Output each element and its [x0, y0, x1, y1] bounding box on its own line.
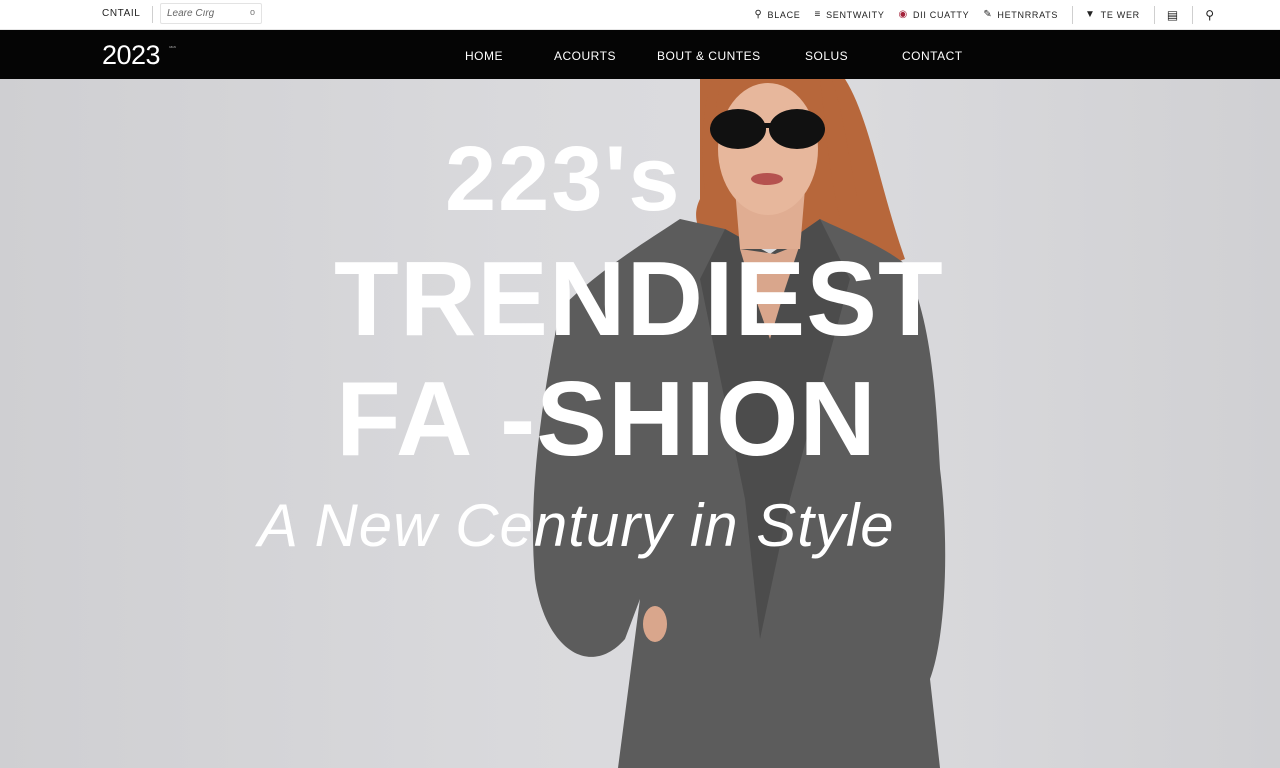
utility-link-dii-cuatty[interactable]: ◉ DII CUATTY [898, 9, 970, 21]
menu-icon: ≡ [814, 9, 822, 20]
hero-banner: 223's TRENDIEST FA -SHION A New Century … [0, 79, 1280, 768]
utility-bar: CNTAIL Leare Cırg o ⚲ BLACE ≡ SENTWAITY … [0, 0, 1280, 30]
hero-subtitle: A New Century in Style [258, 492, 895, 559]
pin-icon: ◉ [898, 9, 908, 20]
utility-link-hetnrrats[interactable]: ✎ HETNRRATS [983, 9, 1059, 21]
clear-icon[interactable]: o [250, 7, 255, 17]
nav-item-bout-cuntes[interactable]: BOUT & CUNTES [657, 49, 761, 63]
hero-title-line-1: 223's [445, 128, 682, 230]
utility-link-blace[interactable]: ⚲ BLACE [754, 9, 801, 21]
utility-link-label: BLACE [767, 10, 801, 20]
hero-title-line-2: TRENDIEST [334, 240, 944, 358]
search-input[interactable]: Leare Cırg o [160, 3, 262, 24]
main-nav: 2023 ıaıa HOME ACOURTS BOUT & CUNTES SOL… [0, 30, 1280, 79]
utility-link-te-wer[interactable]: ▼ TE WER [1085, 9, 1140, 21]
filter-icon: ▼ [1085, 9, 1096, 20]
utility-divider [1072, 6, 1074, 24]
utility-link-label: HETNRRATS [997, 10, 1059, 20]
wand-icon: ✎ [983, 9, 993, 20]
utility-link-sentwaity[interactable]: ≡ SENTWAITY [814, 9, 885, 21]
utility-divider [1192, 6, 1194, 24]
utility-link-label: DII CUATTY [912, 10, 970, 20]
nav-item-solus[interactable]: SOLUS [805, 49, 848, 63]
search-input-value: Leare Cırg [167, 8, 215, 19]
nav-item-home[interactable]: HOME [465, 49, 503, 63]
utility-divider [1153, 6, 1155, 24]
nav-item-contact[interactable]: CONTACT [902, 49, 963, 63]
logo[interactable]: 2023 [102, 40, 161, 71]
hero-title-line-3: FA -SHION [336, 360, 877, 478]
logo-tagline: ıaıa [169, 44, 176, 49]
bookmark-icon[interactable]: ▤ [1167, 8, 1178, 22]
utility-divider [152, 6, 153, 23]
utility-link-label: SENTWAITY [826, 10, 885, 20]
nav-item-acourts[interactable]: ACOURTS [554, 49, 616, 63]
utility-link-label: TE WER [1100, 10, 1140, 20]
utility-links: ⚲ BLACE ≡ SENTWAITY ◉ DII CUATTY ✎ HETNR… [754, 0, 1280, 30]
contact-link[interactable]: CNTAIL [102, 8, 140, 19]
search-icon: ⚲ [754, 9, 763, 20]
search-icon[interactable]: ⚲ [1205, 8, 1214, 22]
